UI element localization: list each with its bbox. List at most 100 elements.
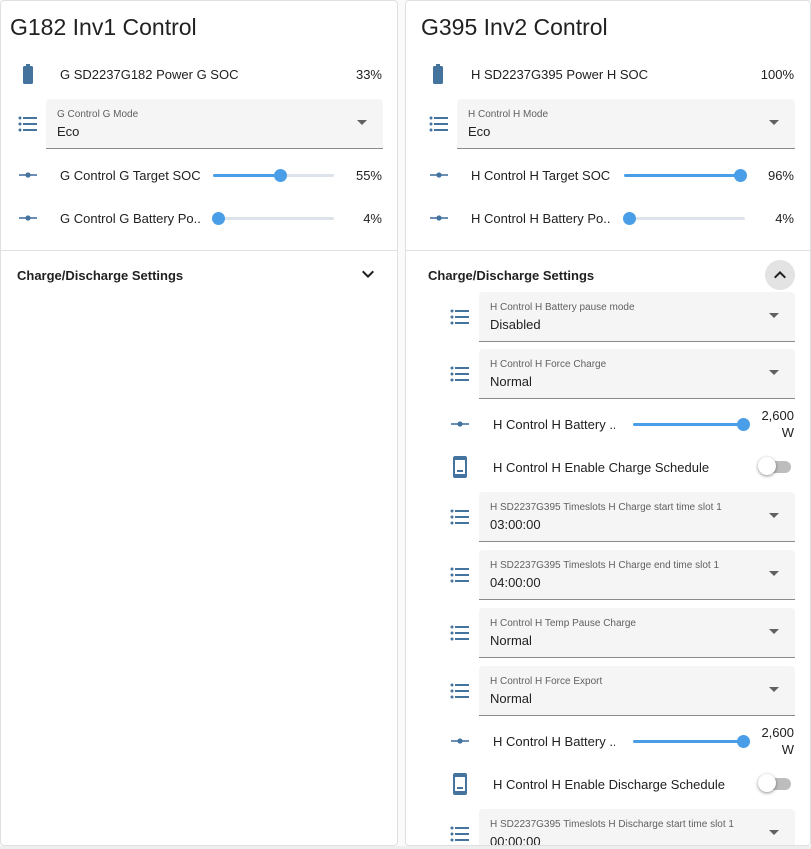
- slider-thumb[interactable]: [734, 169, 748, 182]
- discharge-rate-label: H Control H Battery ...: [493, 734, 615, 749]
- discharge-start-select[interactable]: H SD2237G395 Timeslots H Discharge start…: [479, 809, 795, 846]
- charge-rate-slider[interactable]: [633, 414, 750, 434]
- cellphone-icon: [448, 455, 472, 479]
- value-number: 2,600: [761, 725, 794, 740]
- battery-power-slider[interactable]: [211, 208, 334, 228]
- list-icon: [448, 305, 472, 329]
- target-soc-slider[interactable]: [213, 165, 334, 185]
- dropdown-arrow-icon: [769, 370, 779, 375]
- cellphone-icon: [448, 772, 472, 796]
- section-title: Charge/Discharge Settings: [17, 268, 184, 283]
- select-value: 03:00:00: [490, 517, 541, 532]
- slider-thumb[interactable]: [737, 418, 750, 431]
- card-title: G182 Inv1 Control: [10, 14, 197, 40]
- slider-thumb[interactable]: [737, 735, 750, 748]
- value-unit: W: [781, 742, 794, 757]
- mode-select[interactable]: G Control G Mode Eco: [46, 99, 383, 149]
- select-caption: H Control H Battery pause mode: [490, 302, 635, 313]
- charge-start-row: H SD2237G395 Timeslots H Charge start ti…: [406, 492, 810, 542]
- list-icon: [448, 621, 472, 645]
- section-title: Charge/Discharge Settings: [428, 268, 595, 283]
- select-caption: H SD2237G395 Timeslots H Discharge start…: [490, 819, 734, 830]
- select-caption: H SD2237G395 Timeslots H Charge end time…: [490, 560, 719, 571]
- temp-pause-select[interactable]: H Control H Temp Pause Charge Normal: [479, 608, 795, 658]
- discharge-rate-slider[interactable]: [633, 731, 750, 751]
- inverter-g-card: G182 Inv1 Control G SD2237G182 Power G S…: [0, 0, 398, 846]
- expand-button[interactable]: [353, 259, 383, 289]
- mode-select[interactable]: H Control H Mode Eco: [457, 99, 795, 149]
- discharge-rate-value: 2,600 W: [761, 724, 794, 758]
- target-soc-row: H Control H Target SOC 96%: [406, 162, 810, 188]
- battery-power-label: H Control H Battery Po...: [471, 211, 611, 226]
- list-icon: [448, 822, 472, 845]
- select-caption: H Control H Temp Pause Charge: [490, 618, 636, 629]
- dropdown-arrow-icon: [769, 513, 779, 518]
- target-soc-row: G Control G Target SOC 55%: [1, 162, 397, 188]
- slider-thumb[interactable]: [273, 169, 287, 182]
- slider-thumb[interactable]: [211, 212, 225, 225]
- dropdown-arrow-icon: [769, 313, 779, 318]
- charge-rate-value: 2,600 W: [761, 407, 794, 441]
- dropdown-arrow-icon: [357, 120, 367, 125]
- target-soc-label: G Control G Target SOC: [60, 168, 201, 183]
- mode-row: H Control H Mode Eco: [406, 99, 810, 149]
- select-caption: H Control H Force Export: [490, 676, 603, 687]
- list-icon: [448, 563, 472, 587]
- select-caption: G Control G Mode: [57, 109, 139, 120]
- soc-value: 100%: [760, 67, 794, 82]
- slider-track: [624, 217, 745, 220]
- inverter-h-card: G395 Inv2 Control H SD2237G395 Power H S…: [405, 0, 811, 846]
- slider-icon: [448, 729, 472, 753]
- divider: [1, 250, 397, 251]
- select-value: Normal: [490, 374, 532, 389]
- pause-mode-select[interactable]: H Control H Battery pause mode Disabled: [479, 292, 795, 342]
- collapse-button[interactable]: [765, 260, 795, 290]
- discharge-start-row: H SD2237G395 Timeslots H Discharge start…: [406, 809, 810, 846]
- select-value: Normal: [490, 633, 532, 648]
- slider-icon: [427, 163, 451, 187]
- toggle-knob: [758, 457, 776, 475]
- toggle-knob: [758, 774, 776, 792]
- charge-end-select[interactable]: H SD2237G395 Timeslots H Charge end time…: [479, 550, 795, 600]
- select-value: 04:00:00: [490, 575, 541, 590]
- charge-rate-row: H Control H Battery ... 2,600 W: [406, 405, 810, 441]
- enable-charge-row: H Control H Enable Charge Schedule: [406, 454, 810, 480]
- enable-charge-toggle[interactable]: [758, 457, 792, 477]
- battery-full-icon: [426, 62, 450, 86]
- enable-charge-label: H Control H Enable Charge Schedule: [493, 460, 710, 475]
- list-icon: [448, 505, 472, 529]
- force-charge-row: H Control H Force Charge Normal: [406, 349, 810, 399]
- soc-row[interactable]: G SD2237G182 Power G SOC 33%: [1, 61, 397, 87]
- slider-thumb[interactable]: [622, 212, 636, 225]
- battery-power-label: G Control G Battery Po...: [60, 211, 200, 226]
- dropdown-arrow-icon: [769, 120, 779, 125]
- chevron-up-icon: [774, 271, 786, 279]
- target-soc-value: 96%: [767, 168, 794, 183]
- slider-fill: [624, 174, 741, 177]
- battery-power-slider[interactable]: [622, 208, 745, 228]
- mode-row: G Control G Mode Eco: [1, 99, 397, 149]
- force-export-select[interactable]: H Control H Force Export Normal: [479, 666, 795, 716]
- card-title: G395 Inv2 Control: [421, 14, 608, 40]
- dropdown-arrow-icon: [769, 830, 779, 835]
- select-caption: H SD2237G395 Timeslots H Charge start ti…: [490, 502, 722, 513]
- select-caption: H Control H Force Charge: [490, 359, 607, 370]
- section-header[interactable]: Charge/Discharge Settings: [1, 259, 397, 289]
- force-charge-select[interactable]: H Control H Force Charge Normal: [479, 349, 795, 399]
- battery-power-row: H Control H Battery Po... 4%: [406, 205, 810, 231]
- section-header[interactable]: Charge/Discharge Settings: [406, 259, 810, 290]
- enable-discharge-toggle[interactable]: [758, 774, 792, 794]
- battery-power-row: G Control G Battery Po... 4%: [1, 205, 397, 231]
- target-soc-value: 55%: [355, 168, 382, 183]
- enable-discharge-label: H Control H Enable Discharge Schedule: [493, 777, 725, 792]
- select-value: 00:00:00: [490, 834, 541, 846]
- soc-row[interactable]: H SD2237G395 Power H SOC 100%: [406, 61, 810, 87]
- dropdown-arrow-icon: [769, 629, 779, 634]
- slider-track: [213, 217, 334, 220]
- select-caption: H Control H Mode: [468, 109, 549, 120]
- slider-fill: [213, 174, 280, 177]
- charge-end-row: H SD2237G395 Timeslots H Charge end time…: [406, 550, 810, 600]
- charge-start-select[interactable]: H SD2237G395 Timeslots H Charge start ti…: [479, 492, 795, 542]
- target-soc-slider[interactable]: [624, 165, 748, 185]
- dropdown-arrow-icon: [769, 571, 779, 576]
